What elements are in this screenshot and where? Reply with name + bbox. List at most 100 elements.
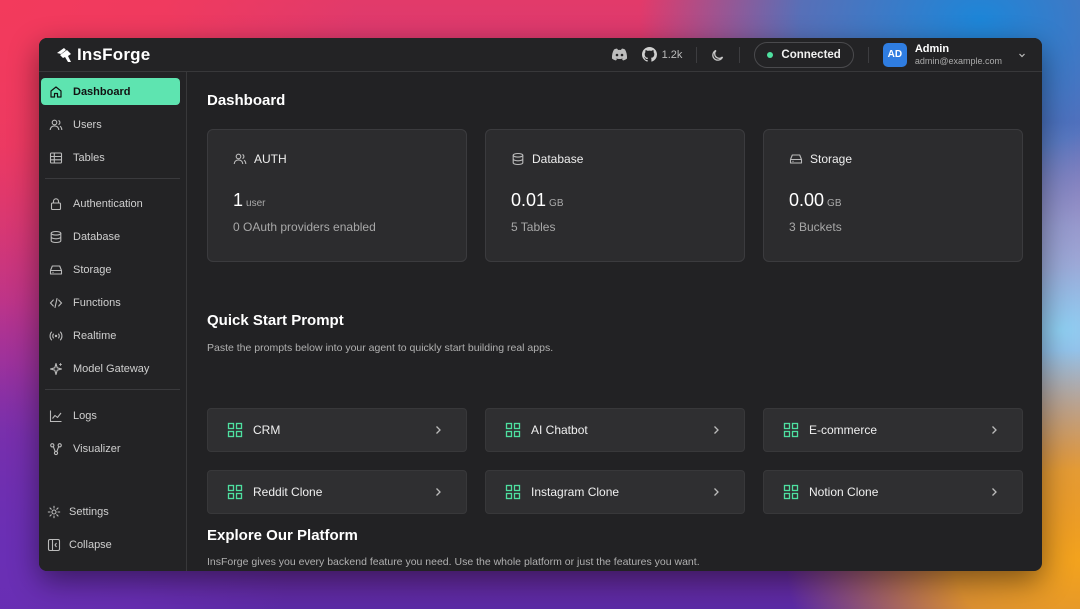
chevron-right-icon: [714, 426, 719, 434]
card-label: Database: [532, 152, 584, 166]
card-subtext: 0 OAuth providers enabled: [233, 220, 376, 234]
topbar-divider: [696, 46, 698, 63]
grid-icon: [505, 484, 521, 500]
auth-stat-card[interactable]: AUTH 1 user 0 OAuth providers enabled: [207, 129, 467, 262]
prompt-card-instagram-clone[interactable]: Instagram Clone: [485, 470, 745, 514]
card-value: 0.01: [511, 190, 547, 210]
user-menu[interactable]: AD Admin admin@example.com: [882, 42, 1026, 67]
chevron-right-icon: [436, 488, 441, 496]
sidebar: Dashboard Users Tables Authentication Da…: [39, 72, 187, 571]
lock-icon: [50, 197, 62, 210]
chevron-right-icon: [992, 488, 997, 496]
card-subtext: 3 Buckets: [789, 220, 842, 234]
sidebar-item-dashboard[interactable]: Dashboard: [41, 78, 180, 105]
sidebar-item-visualizer[interactable]: Visualizer: [41, 435, 180, 462]
storage-icon: [49, 264, 63, 275]
card-unit: GB: [827, 198, 842, 209]
app-name: InsForge: [77, 44, 151, 64]
user-name: Admin: [914, 42, 950, 55]
github-link[interactable]: 1.2k: [641, 47, 683, 62]
sidebar-collapse-button[interactable]: Collapse: [41, 531, 180, 558]
sidebar-item-label: Logs: [73, 409, 97, 422]
prompt-card-e-commerce[interactable]: E-commerce: [763, 408, 1023, 452]
prompt-label: Reddit Clone: [253, 485, 323, 499]
sidebar-item-functions[interactable]: Functions: [41, 289, 180, 316]
chevron-down-icon: [1018, 51, 1026, 59]
sidebar-item-label: Model Gateway: [73, 362, 150, 375]
sidebar-item-realtime[interactable]: Realtime: [41, 322, 180, 349]
sidebar-item-label: Dashboard: [73, 85, 131, 98]
sidebar-item-logs[interactable]: Logs: [41, 402, 180, 429]
connection-status-label: Connected: [781, 48, 841, 61]
database-stat-card[interactable]: Database 0.01 GB 5 Tables: [485, 129, 745, 262]
gear-icon: [47, 505, 61, 518]
avatar: AD: [882, 42, 907, 67]
sidebar-item-label: Tables: [73, 151, 105, 164]
grid-icon: [783, 484, 799, 500]
topbar-divider: [739, 46, 741, 63]
grid-icon: [505, 422, 521, 438]
sidebar-item-authentication[interactable]: Authentication: [41, 190, 180, 217]
users-icon: [233, 153, 247, 165]
discord-icon[interactable]: [611, 48, 628, 61]
sidebar-item-label: Authentication: [73, 197, 143, 210]
grid-icon: [227, 484, 243, 500]
prompt-card-ai-chatbot[interactable]: AI Chatbot: [485, 408, 745, 452]
card-value: 1: [233, 190, 244, 210]
main-content: Dashboard AUTH 1 user 0 OAuth providers e…: [187, 72, 1042, 571]
chevron-right-icon: [436, 426, 441, 434]
storage-icon: [789, 154, 803, 164]
sidebar-item-label: Database: [73, 230, 121, 243]
chevron-right-icon: [992, 426, 997, 434]
insforge-logo-icon: [57, 47, 71, 62]
database-icon: [512, 152, 524, 166]
app-window: InsForge 1.2k Connected AD Admin admin@e…: [39, 38, 1042, 571]
prompt-card-crm[interactable]: CRM: [207, 408, 467, 452]
sidebar-item-tables[interactable]: Tables: [41, 144, 180, 171]
sidebar-divider: [45, 389, 180, 390]
user-email: admin@example.com: [914, 55, 1002, 66]
top-bar: InsForge 1.2k Connected AD Admin admin@e…: [39, 38, 1042, 72]
prompt-label: Notion Clone: [809, 485, 879, 499]
table-icon: [49, 151, 63, 164]
storage-stat-card[interactable]: Storage 0.00 GB 3 Buckets: [763, 129, 1023, 262]
prompt-label: Instagram Clone: [531, 485, 620, 499]
sidebar-item-database[interactable]: Database: [41, 223, 180, 250]
sidebar-item-model-gateway[interactable]: Model Gateway: [41, 355, 180, 382]
graph-icon: [50, 442, 62, 455]
moon-icon[interactable]: [711, 48, 725, 62]
sidebar-item-label: Visualizer: [73, 442, 121, 455]
card-label: AUTH: [254, 152, 287, 166]
sidebar-item-settings[interactable]: Settings: [41, 498, 180, 525]
database-icon: [50, 230, 62, 243]
card-unit: user: [246, 198, 266, 209]
code-icon: [49, 297, 63, 308]
github-stars: 1.2k: [661, 48, 683, 61]
sidebar-item-users[interactable]: Users: [41, 111, 180, 138]
sparkles-icon: [49, 362, 63, 375]
card-value: 0.00: [789, 190, 825, 210]
quick-start-description: Paste the prompts below into your agent …: [207, 342, 554, 354]
topbar-divider: [867, 46, 869, 63]
page-title: Dashboard: [207, 92, 286, 109]
app-logo[interactable]: InsForge: [55, 45, 150, 65]
broadcast-icon: [49, 330, 63, 341]
prompt-card-reddit-clone[interactable]: Reddit Clone: [207, 470, 467, 514]
quick-start-title: Quick Start Prompt: [207, 312, 344, 329]
users-icon: [49, 119, 63, 130]
sidebar-item-storage[interactable]: Storage: [41, 256, 180, 283]
collapse-label: Collapse: [69, 538, 112, 551]
status-dot-icon: [767, 51, 774, 58]
prompt-label: AI Chatbot: [531, 423, 588, 437]
chevron-right-icon: [714, 488, 719, 496]
grid-icon: [227, 422, 243, 438]
card-subtext: 5 Tables: [511, 220, 556, 234]
prompt-label: CRM: [253, 423, 281, 437]
prompt-card-notion-clone[interactable]: Notion Clone: [763, 470, 1023, 514]
sidebar-item-label: Users: [73, 118, 102, 131]
connection-status[interactable]: Connected: [754, 41, 854, 68]
home-icon: [50, 85, 62, 98]
explore-description: InsForge gives you every backend feature…: [207, 556, 700, 568]
sidebar-item-label: Storage: [73, 263, 112, 276]
prompt-label: E-commerce: [809, 423, 878, 437]
